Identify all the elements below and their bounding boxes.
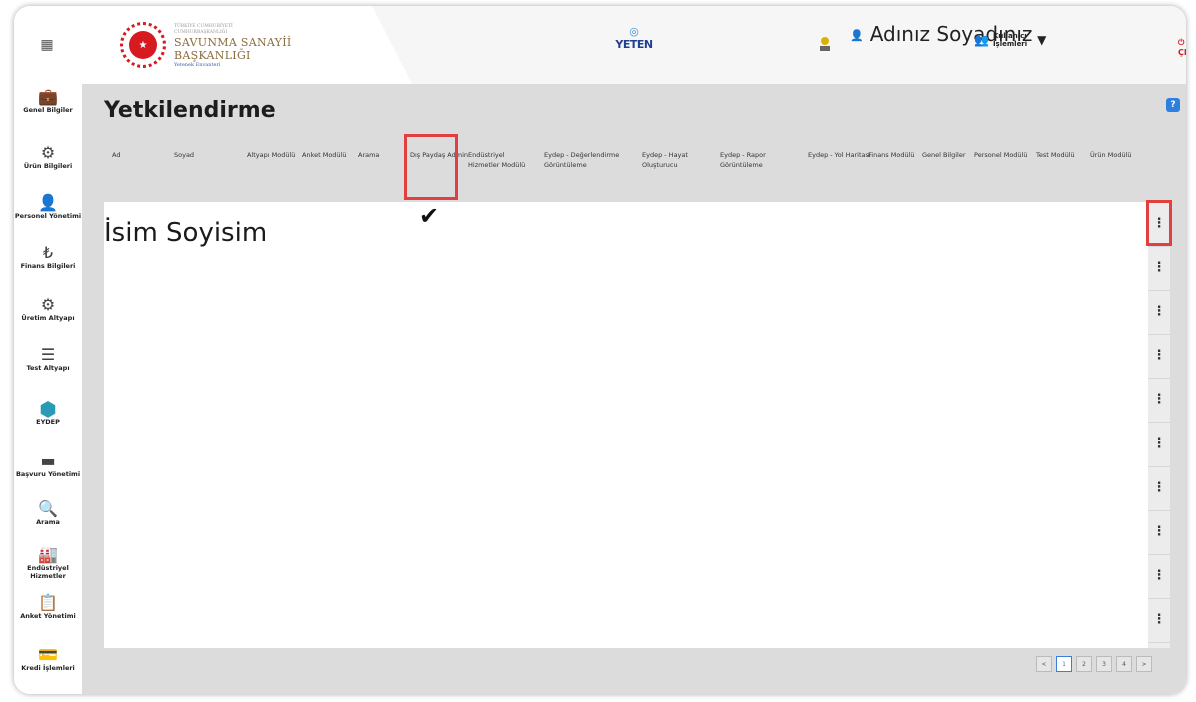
page-button-4[interactable]: 4 xyxy=(1116,656,1132,672)
sidebar-item-1[interactable]: ⚙ Ürün Bilgileri xyxy=(14,143,82,171)
highlight-column-dis-paydas-admin xyxy=(404,134,458,200)
sidebar-item-label: Kredi İşlemleri xyxy=(21,664,75,672)
org-logo: TÜRKİYE CUMHURİYETİ CUMHURBAŞKANLIĞI SAV… xyxy=(174,24,292,69)
kebab-menu-icon[interactable]: ⋮ xyxy=(1148,290,1170,335)
top-header: ★ TÜRKİYE CUMHURİYETİ CUMHURBAŞKANLIĞI S… xyxy=(82,6,1186,84)
column-header[interactable]: Ad xyxy=(112,150,176,160)
page-title: Yetkilendirme xyxy=(104,98,276,123)
page-button-3[interactable]: 3 xyxy=(1096,656,1112,672)
sidebar-item-label: Başvuru Yönetimi xyxy=(15,470,81,478)
sidebar-item-5[interactable]: ☰ Test Altyapı xyxy=(14,345,82,373)
kebab-menu-icon[interactable]: ⋮ xyxy=(1148,554,1170,599)
sidebar-item-label: Anket Yönetimi xyxy=(20,612,76,620)
column-header[interactable]: Eydep - Yol Haritası xyxy=(808,150,872,160)
row-actions-column: ⋮ ⋮ ⋮ ⋮ ⋮ ⋮ ⋮ ⋮ ⋮ ⋮ xyxy=(1148,202,1170,648)
user-icon: 👤 xyxy=(850,28,864,42)
kebab-menu-icon[interactable]: ⋮ xyxy=(1148,246,1170,291)
sidebar-item-8[interactable]: 🔍 Arama xyxy=(14,499,82,527)
power-icon: ⏻ xyxy=(1178,38,1185,47)
app-window: ▦ 💼 Genel Bilgiler ⚙ Ürün Bilgileri 👤 Persone… xyxy=(14,6,1186,694)
sidebar-item-label: Finans Bilgileri xyxy=(20,262,76,270)
kebab-menu-icon[interactable]: ⋮ xyxy=(1148,598,1170,643)
card-icon: 💳 xyxy=(38,645,58,664)
sidebar-item-label: Arama xyxy=(36,518,60,526)
logout-label: ÇIKIŞ xyxy=(1178,48,1186,57)
org-name1: SAVUNMA SANAYİİ xyxy=(174,36,292,49)
sidebar-item-label: Personel Yönetimi xyxy=(14,212,82,220)
sidebar-item-3[interactable]: ₺ Finans Bilgileri xyxy=(14,243,82,271)
factory-icon: 🏭 xyxy=(38,545,58,564)
page-button-1[interactable]: 1 xyxy=(1056,656,1072,672)
sidebar-item-9[interactable]: 🏭 Endüstriyel Hizmetler xyxy=(14,545,82,581)
production-icon: ⚙ xyxy=(40,295,56,314)
cube-icon: ⬢ xyxy=(39,397,57,421)
kebab-menu-icon[interactable]: ⋮ xyxy=(1148,466,1170,511)
sidebar-item-label: Üretim Altyapı xyxy=(21,314,75,322)
column-header[interactable]: Eydep - Rapor Görüntüleme xyxy=(720,150,784,170)
sidebar-item-2[interactable]: 👤 Personel Yönetimi xyxy=(14,193,82,221)
list-icon: ☰ xyxy=(40,345,56,364)
sidebar-item-label: Test Altyapı xyxy=(26,364,70,372)
column-header[interactable]: Endüstriyel Hizmetler Modülü xyxy=(468,150,532,170)
kebab-menu-icon[interactable]: ⋮ xyxy=(1148,510,1170,555)
sidebar-item-label: Endüstriyel Hizmetler xyxy=(27,564,69,580)
user-settings-icon: 👥 xyxy=(974,33,989,47)
main-content: Yetkilendirme ? Ad Soyad Altyapı Modülü Ank… xyxy=(82,84,1186,694)
highlight-row-actions xyxy=(1146,200,1172,246)
product-icon: ⚙ xyxy=(40,143,56,162)
kebab-menu-icon[interactable]: ⋮ xyxy=(1148,334,1170,379)
sidebar-item-6[interactable]: ⬢ EYDEP xyxy=(14,397,82,426)
column-header[interactable]: Eydep - Değerlendirme Görüntüleme xyxy=(544,150,630,170)
user-ops-label-2: İşlemleri xyxy=(992,40,1028,48)
user-operations-menu[interactable]: 👥 Kullanıcı İşlemleri ▼ xyxy=(974,32,1046,48)
org-name2: BAŞKANLIĞI xyxy=(174,49,251,62)
ssb-emblem-icon: ★ xyxy=(120,22,166,68)
apps-grid-icon[interactable]: ▦ xyxy=(34,32,60,58)
column-header[interactable]: Ürün Modülü xyxy=(1090,150,1154,160)
sidebar-item-label: Ürün Bilgileri xyxy=(23,162,73,170)
org-subtitle: Yetenek Envanteri xyxy=(174,62,221,68)
application-icon: ▬ xyxy=(40,451,56,470)
page-button-2[interactable]: 2 xyxy=(1076,656,1092,672)
sidebar-item-11[interactable]: 💳 Kredi İşlemleri xyxy=(14,645,82,673)
finance-icon: ₺ xyxy=(42,243,54,262)
column-header[interactable]: Eydep - Hayat Oluşturucu xyxy=(642,150,706,170)
sidebar-item-label: Genel Bilgiler xyxy=(23,106,73,114)
badge-icon[interactable] xyxy=(818,36,832,52)
caret-down-icon: ▼ xyxy=(1037,33,1047,47)
prev-page-button[interactable]: < xyxy=(1036,656,1052,672)
kebab-menu-icon[interactable]: ⋮ xyxy=(1148,422,1170,467)
user-ops-label-1: Kullanıcı xyxy=(992,32,1027,40)
yeten-logo-icon: ◎ xyxy=(629,25,639,38)
sidebar-item-0[interactable]: 💼 Genel Bilgiler xyxy=(14,87,82,115)
help-icon[interactable]: ? xyxy=(1166,98,1180,112)
survey-icon: 📋 xyxy=(38,593,58,612)
personnel-icon: 👤 xyxy=(38,193,58,212)
next-page-button[interactable]: > xyxy=(1136,656,1152,672)
yeten-logo[interactable]: ◎ YETEN xyxy=(604,26,664,52)
column-header[interactable]: Anket Modülü xyxy=(302,150,366,160)
sidebar-item-4[interactable]: ⚙ Üretim Altyapı xyxy=(14,295,82,323)
pagination: <1 2 3 4 > xyxy=(1036,656,1152,672)
left-sidebar: ▦ 💼 Genel Bilgiler ⚙ Ürün Bilgileri 👤 Persone… xyxy=(14,6,83,694)
column-header[interactable]: Personel Modülü xyxy=(974,150,1038,160)
briefcase-icon: 💼 xyxy=(38,87,58,106)
check-icon[interactable]: ✔ xyxy=(419,202,439,230)
column-header[interactable]: Soyad xyxy=(174,150,238,160)
sidebar-item-10[interactable]: 📋 Anket Yönetimi xyxy=(14,593,82,621)
logout-button[interactable]: ⏻ ÇIKIŞ xyxy=(1178,38,1186,57)
search-icon: 🔍 xyxy=(38,499,58,518)
sidebar-item-7[interactable]: ▬ Başvuru Yönetimi xyxy=(14,451,82,479)
kebab-menu-icon[interactable]: ⋮ xyxy=(1148,378,1170,423)
user-name-cell: İsim Soyisim xyxy=(104,218,268,248)
sidebar-item-label: EYDEP xyxy=(36,418,60,426)
yeten-logo-text: YETEN xyxy=(615,38,653,51)
permissions-table-body: İsim Soyisim ✔ xyxy=(104,202,1148,648)
